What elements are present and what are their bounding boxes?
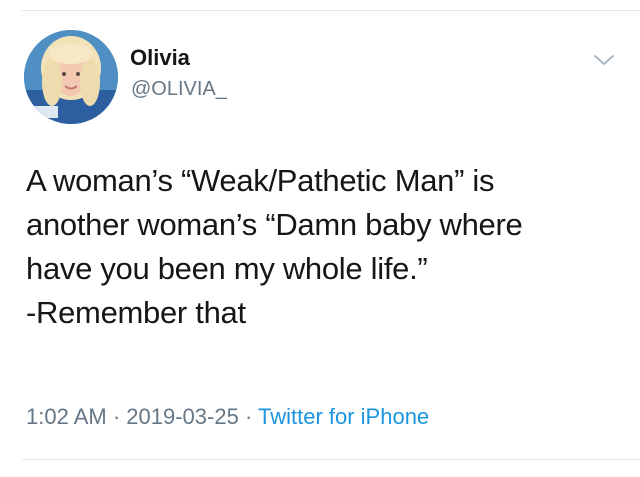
avatar[interactable] xyxy=(24,30,118,124)
tweet-time[interactable]: 1:02 AM xyxy=(26,404,107,429)
tweet-line: -Remember that xyxy=(26,295,246,330)
meta-separator: · xyxy=(106,404,127,429)
meta-separator: · xyxy=(238,404,258,429)
tweet-date[interactable]: 2019-03-25 xyxy=(126,404,239,429)
chevron-down-icon[interactable] xyxy=(592,52,616,68)
tweet-text: A woman’s “Weak/Pathetic Man” is another… xyxy=(26,159,616,335)
author-handle[interactable]: @OLIVIA_ xyxy=(131,77,227,101)
divider-bottom xyxy=(22,459,640,460)
divider-top xyxy=(22,10,640,11)
tweet-line: have you been my whole life.” xyxy=(26,251,428,286)
tweet-meta: 1:02 AM · 2019-03-25 · Twitter for iPhon… xyxy=(26,403,429,431)
author-name[interactable]: Olivia xyxy=(130,45,190,71)
tweet-card: Olivia @OLIVIA_ A woman’s “Weak/Pathetic… xyxy=(0,0,640,477)
tweet-line: another woman’s “Damn baby where xyxy=(26,207,523,242)
tweet-line: A woman’s “Weak/Pathetic Man” is xyxy=(26,163,495,198)
avatar-image xyxy=(24,30,118,124)
tweet-source-link[interactable]: Twitter for iPhone xyxy=(258,404,429,429)
